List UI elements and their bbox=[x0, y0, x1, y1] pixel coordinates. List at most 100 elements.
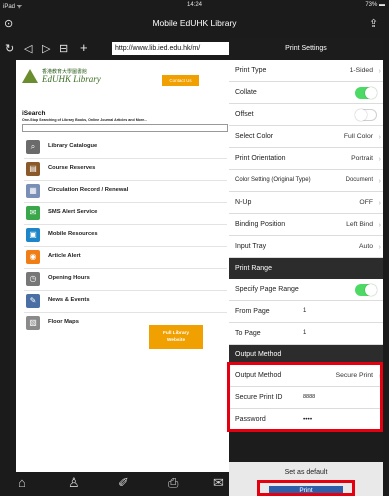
chevron-right-icon: › bbox=[378, 66, 382, 75]
row-to-page[interactable]: To Page 1 bbox=[229, 323, 383, 345]
menu-item-sms-alert[interactable]: ✉ SMS Alert Service bbox=[24, 202, 227, 225]
row-print-type[interactable]: Print Type 1-Sided › bbox=[229, 60, 383, 82]
full-library-website-button[interactable]: Full Library Website bbox=[149, 325, 203, 349]
page-title: Mobile EdUHK Library bbox=[152, 18, 237, 28]
menu-item-article-alert[interactable]: ◉ Article Alert bbox=[24, 246, 227, 269]
row-value: Portrait bbox=[351, 155, 373, 162]
collate-toggle[interactable] bbox=[355, 87, 377, 99]
row-label: Specify Page Range bbox=[235, 286, 299, 293]
row-value: 1-Sided bbox=[349, 67, 373, 74]
menu-item-label: Mobile Resources bbox=[48, 231, 98, 237]
row-label: Select Color bbox=[235, 133, 274, 140]
row-label: Collate bbox=[235, 89, 257, 96]
mail-icon[interactable]: ✉ bbox=[213, 476, 224, 489]
row-label: N-Up bbox=[235, 199, 252, 206]
menu-item-circulation-record[interactable]: ▦ Circulation Record / Renewal bbox=[24, 180, 227, 203]
print-settings-title: Print Settings bbox=[285, 45, 327, 52]
row-label: Print Orientation bbox=[235, 155, 286, 162]
full-button-line-1: Full Library bbox=[162, 331, 190, 336]
isearch-input[interactable] bbox=[22, 124, 228, 132]
row-print-orientation[interactable]: Print Orientation Portrait › bbox=[229, 148, 383, 170]
row-from-page[interactable]: From Page 1 bbox=[229, 301, 383, 323]
forward-icon[interactable]: ▷ bbox=[42, 43, 50, 55]
full-button-line-2: Website bbox=[166, 338, 186, 343]
edit-icon[interactable]: ✐ bbox=[118, 476, 129, 489]
print-highlight-frame bbox=[257, 480, 355, 496]
from-page-field[interactable]: 1 bbox=[303, 308, 306, 314]
row-offset: Offset bbox=[229, 104, 383, 126]
menu-item-label: News & Events bbox=[48, 297, 90, 303]
menu-item-label: Article Alert bbox=[48, 253, 81, 259]
menu-item-library-catalogue[interactable]: ⌕ Library Catalogue bbox=[24, 136, 227, 159]
menu-item-label: Course Reserves bbox=[48, 165, 96, 171]
back-icon[interactable]: ◁ bbox=[24, 43, 32, 55]
row-label: Color Setting (Original Type) bbox=[235, 177, 311, 183]
url-field[interactable]: http://www.lib.ied.edu.hk/m/ bbox=[112, 42, 245, 55]
print-settings-panel: Print Settings Print Type 1-Sided › Coll… bbox=[227, 38, 383, 496]
logo-english-text: EdUHK Library bbox=[42, 74, 101, 84]
contact-us-button[interactable]: Contact Us bbox=[162, 75, 199, 86]
battery-label: 73% ▬ bbox=[365, 2, 385, 8]
row-binding-position[interactable]: Binding Position Left Bind › bbox=[229, 214, 383, 236]
rss-icon: ◉ bbox=[26, 250, 40, 264]
row-collate: Collate bbox=[229, 82, 383, 104]
row-label: Offset bbox=[235, 111, 254, 118]
output-highlight-frame bbox=[227, 362, 383, 432]
printer-icon[interactable]: ⎙ bbox=[168, 476, 178, 489]
record-icon: ▦ bbox=[26, 184, 40, 198]
reload-icon[interactable]: ↻ bbox=[5, 43, 14, 55]
status-bar: iPad ᯤ 14:24 73% ▬ bbox=[0, 0, 389, 12]
share-icon[interactable]: ⇪ bbox=[369, 18, 378, 30]
sms-icon: ✉ bbox=[26, 206, 40, 220]
bookmarks-icon[interactable]: ⊟ bbox=[59, 43, 68, 55]
row-color-setting[interactable]: Color Setting (Original Type) Document › bbox=[229, 170, 383, 192]
row-value: Full Color bbox=[343, 133, 373, 140]
chevron-right-icon: › bbox=[378, 176, 382, 185]
menu-item-opening-hours[interactable]: ◷ Opening Hours bbox=[24, 268, 227, 291]
chevron-right-icon: › bbox=[378, 198, 382, 207]
row-label: Input Tray bbox=[235, 243, 267, 250]
row-value: Left Bind bbox=[346, 221, 373, 228]
chevron-right-icon: › bbox=[378, 132, 382, 141]
row-label: From Page bbox=[235, 308, 270, 315]
carrier-label: iPad ᯤ bbox=[3, 4, 23, 10]
isearch-title: iSearch bbox=[22, 110, 46, 117]
offset-toggle[interactable] bbox=[355, 109, 377, 121]
row-value: Document bbox=[345, 177, 373, 183]
menu-item-label: Floor Maps bbox=[48, 319, 79, 325]
app-title-bar: ⊙ Mobile EdUHK Library ⇪ bbox=[0, 12, 389, 38]
clock-label: 14:24 bbox=[187, 2, 203, 8]
books-icon: ▤ bbox=[26, 162, 40, 176]
row-input-tray[interactable]: Input Tray Auto › bbox=[229, 236, 383, 258]
row-n-up[interactable]: N-Up OFF › bbox=[229, 192, 383, 214]
isearch-subtitle: One-Stop Searching of Library Books, Onl… bbox=[22, 118, 148, 122]
row-value: Auto bbox=[359, 243, 373, 250]
home-icon[interactable]: ⌂ bbox=[18, 476, 26, 489]
user-icon[interactable]: ♙ bbox=[68, 476, 80, 489]
menu-item-news-events[interactable]: ✎ News & Events bbox=[24, 290, 227, 313]
row-label: Binding Position bbox=[235, 221, 286, 228]
print-range-header: Print Range bbox=[229, 258, 383, 279]
row-value: OFF bbox=[359, 199, 373, 206]
menu-item-label: Circulation Record / Renewal bbox=[48, 187, 129, 193]
library-logo-icon bbox=[22, 69, 38, 83]
chevron-right-icon: › bbox=[378, 220, 382, 229]
to-page-field[interactable]: 1 bbox=[303, 330, 306, 336]
menu-item-label: Library Catalogue bbox=[48, 143, 98, 149]
chevron-right-icon: › bbox=[378, 242, 382, 251]
menu-item-course-reserves[interactable]: ▤ Course Reserves bbox=[24, 158, 227, 181]
search-icon: ⌕ bbox=[26, 140, 40, 154]
row-label: Print Type bbox=[235, 67, 267, 74]
map-icon: ▧ bbox=[26, 316, 40, 330]
row-select-color[interactable]: Select Color Full Color › bbox=[229, 126, 383, 148]
chevron-right-icon: › bbox=[378, 154, 382, 163]
page-margin bbox=[0, 60, 16, 472]
add-tab-icon[interactable]: + bbox=[80, 41, 88, 54]
menu-item-mobile-resources[interactable]: ▣ Mobile Resources bbox=[24, 224, 227, 247]
mobile-icon: ▣ bbox=[26, 228, 40, 242]
row-specify-page-range: Specify Page Range bbox=[229, 279, 383, 301]
news-icon: ✎ bbox=[26, 294, 40, 308]
menu-item-label: SMS Alert Service bbox=[48, 209, 98, 215]
page-range-toggle[interactable] bbox=[355, 284, 377, 296]
menu-item-label: Opening Hours bbox=[48, 275, 90, 281]
